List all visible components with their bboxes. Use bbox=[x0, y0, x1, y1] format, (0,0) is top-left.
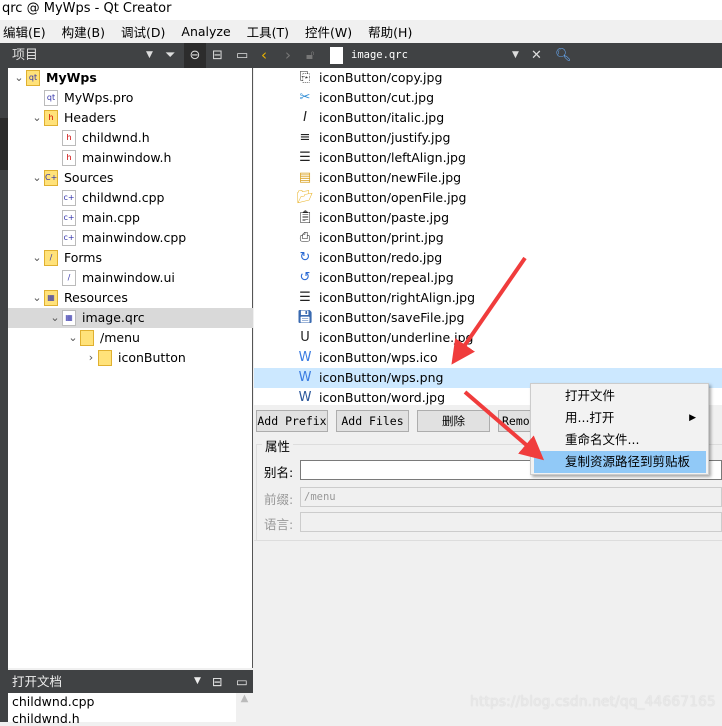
annotation-arrows bbox=[451, 256, 545, 461]
red-arrow bbox=[451, 256, 527, 365]
red-arrow bbox=[463, 390, 545, 461]
